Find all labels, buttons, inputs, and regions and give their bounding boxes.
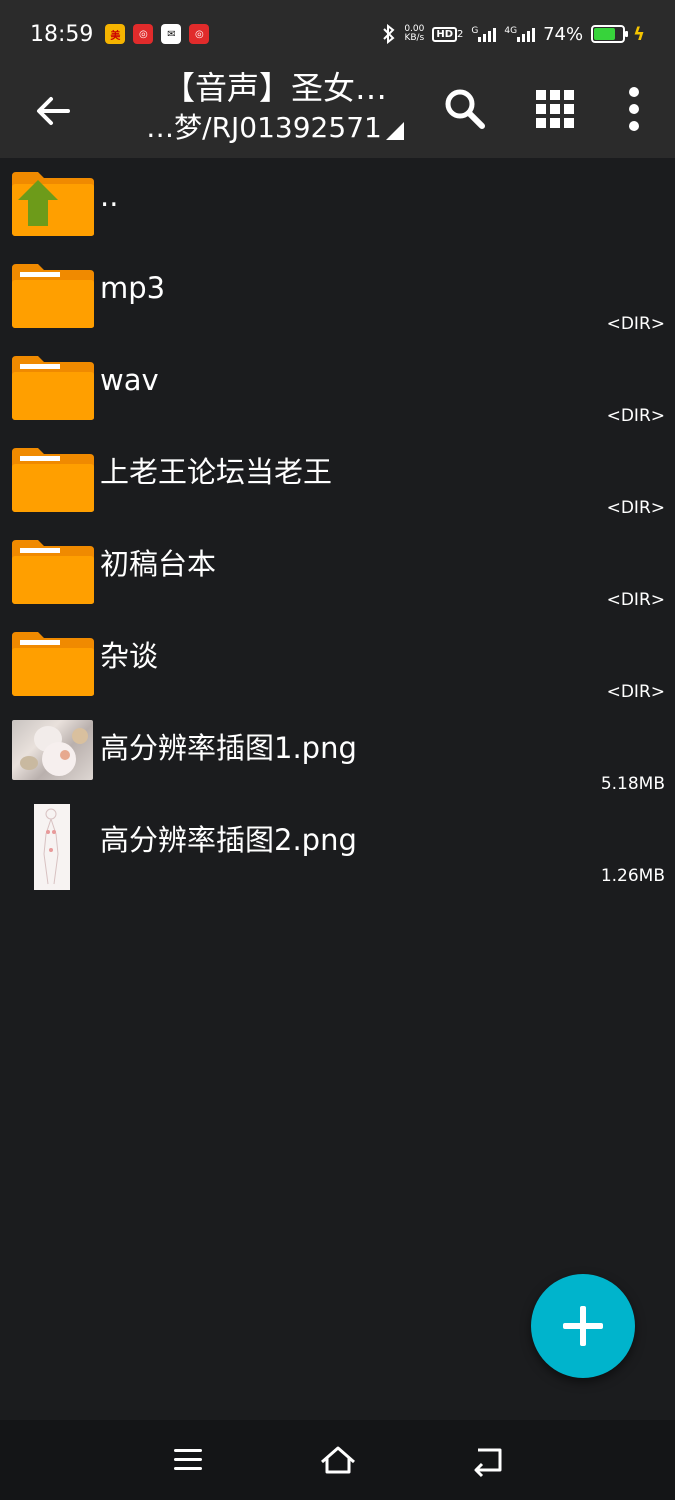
notification-icons: 美 ◎ ✉ ◎	[105, 24, 210, 44]
folder-icon	[12, 262, 94, 328]
search-icon[interactable]	[440, 84, 490, 134]
image-thumbnail	[12, 720, 93, 780]
back-arrow-icon[interactable]	[30, 88, 76, 134]
file-meta: <DIR>	[606, 498, 665, 518]
list-item-image[interactable]: 高分辨率插图2.png 1.26MB	[0, 802, 675, 894]
signal-2-label: 4G	[504, 26, 518, 36]
file-name: ..	[100, 179, 119, 213]
status-right-group: 0.00 KB/s HD 2 G 4G 74% ϟ	[382, 24, 645, 45]
list-item-folder[interactable]: 初稿台本 <DIR>	[0, 526, 675, 618]
file-meta: <DIR>	[606, 406, 665, 426]
folder-icon	[12, 538, 94, 604]
file-name: wav	[100, 363, 159, 397]
image-thumbnail	[34, 804, 70, 890]
list-item-folder[interactable]: 上老王论坛当老王 <DIR>	[0, 434, 675, 526]
file-meta: 1.26MB	[600, 866, 665, 886]
battery-icon	[591, 25, 629, 43]
meituan-app-icon: 美	[105, 24, 126, 44]
charging-bolt-icon: ϟ	[633, 23, 645, 45]
home-icon[interactable]	[318, 1440, 358, 1480]
file-name: mp3	[100, 271, 166, 305]
network-speed: 0.00 KB/s	[404, 25, 424, 43]
toolbar: 【音声】圣女… …梦/RJ01392571	[0, 68, 675, 158]
list-item-folder[interactable]: wav <DIR>	[0, 342, 675, 434]
file-meta: <DIR>	[606, 682, 665, 702]
path-subtitle: …梦/RJ01392571	[146, 108, 404, 148]
bluetooth-icon	[382, 24, 396, 44]
netease-music-icon-2: ◎	[189, 24, 210, 44]
status-bar: 18:59 美 ◎ ✉ ◎ 0.00 KB/s HD 2 G 4G 74% ϟ	[0, 0, 675, 68]
speed-unit: KB/s	[404, 33, 425, 43]
file-name: 高分辨率插图2.png	[100, 823, 357, 857]
system-nav-bar	[0, 1420, 675, 1500]
list-item-folder[interactable]: 杂谈 <DIR>	[0, 618, 675, 710]
grid-view-icon[interactable]	[532, 86, 578, 132]
folder-icon	[12, 446, 94, 512]
list-item-parent[interactable]: ..	[0, 158, 675, 250]
file-meta: 5.18MB	[600, 774, 665, 794]
signal-1-icon: G	[471, 26, 497, 42]
mail-app-icon: ✉	[161, 24, 182, 44]
title-block[interactable]: 【音声】圣女… …梦/RJ01392571	[125, 68, 425, 158]
path-text: …梦/RJ01392571	[146, 111, 382, 144]
parent-folder-icon	[12, 170, 94, 236]
status-time: 18:59	[30, 21, 94, 47]
page-title: 【音声】圣女…	[162, 69, 387, 107]
more-vert-icon[interactable]	[612, 84, 656, 134]
signal-1-label: G	[471, 26, 479, 36]
file-name: 初稿台本	[100, 547, 217, 581]
netease-music-icon: ◎	[133, 24, 154, 44]
hd-icon: HD 2	[432, 26, 464, 42]
dropdown-triangle-icon	[385, 122, 404, 140]
folder-icon	[12, 354, 94, 420]
list-item-image[interactable]: 高分辨率插图1.png 5.18MB	[0, 710, 675, 802]
file-name: 上老王论坛当老王	[100, 455, 333, 489]
hd-sub: 2	[457, 28, 464, 40]
add-fab-button[interactable]	[531, 1274, 635, 1378]
list-item-folder[interactable]: mp3 <DIR>	[0, 250, 675, 342]
file-meta: <DIR>	[606, 590, 665, 610]
file-name: 杂谈	[100, 639, 159, 673]
battery-percent: 74%	[543, 23, 584, 45]
file-meta: <DIR>	[606, 314, 665, 334]
hd-label: HD	[432, 26, 458, 42]
file-list: .. mp3 <DIR> wav <DIR> 上老王论坛当老王 <DIR> 初稿…	[0, 158, 675, 894]
signal-2-icon: 4G	[504, 26, 536, 42]
back-icon[interactable]	[468, 1440, 508, 1480]
folder-icon	[12, 630, 94, 696]
file-name: 高分辨率插图1.png	[100, 731, 357, 765]
menu-icon[interactable]	[168, 1440, 208, 1480]
